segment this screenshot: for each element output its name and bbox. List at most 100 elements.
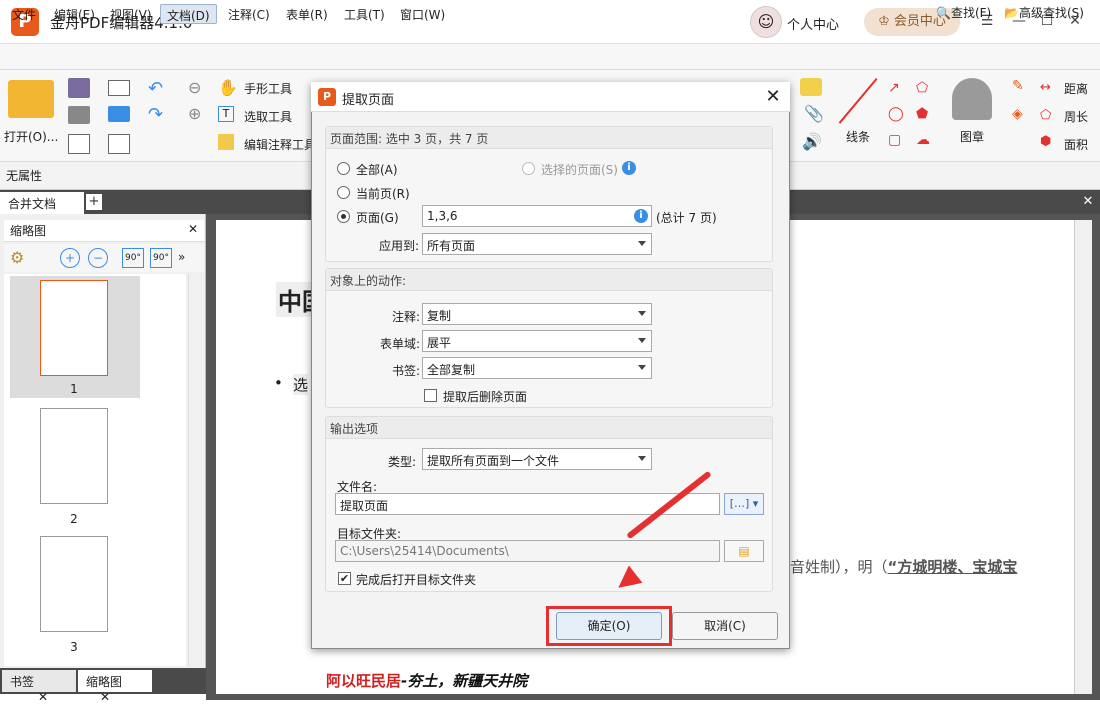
upload-icon[interactable] [108, 106, 130, 122]
polygon-tool-icon[interactable]: ⬟ [916, 106, 928, 122]
undo-icon[interactable]: ↶ [148, 78, 163, 99]
sound-icon[interactable]: 🔊 [802, 132, 822, 151]
hand-icon[interactable]: ✋ [218, 78, 238, 97]
new-tab-icon[interactable]: + [86, 194, 102, 210]
close-document-icon[interactable]: ✕ [1080, 194, 1096, 210]
annotation-value: 复制 [427, 309, 452, 323]
select-text-icon[interactable]: T [218, 106, 234, 122]
new-doc-icon[interactable] [108, 134, 130, 154]
radio-selected-pages-label: 选择的页面(S) [541, 163, 618, 177]
select-tool-button[interactable]: 选取工具 [244, 108, 292, 125]
zoom-in-icon[interactable]: + [60, 248, 80, 268]
open-folder-icon[interactable] [8, 80, 54, 118]
menu-tools[interactable]: 工具(T) [338, 4, 391, 24]
menu-window[interactable]: 窗口(W) [394, 4, 451, 24]
cancel-button[interactable]: 取消(C) [672, 612, 778, 640]
tab-thumbnails[interactable]: 缩略图✕ [78, 670, 152, 704]
radio-pages[interactable] [337, 210, 350, 223]
radio-current-page-label: 当前页(R) [356, 187, 410, 201]
edit-annotation-icon[interactable] [218, 134, 234, 150]
pencil-icon[interactable]: ✎ [1012, 78, 1024, 94]
print-icon[interactable] [68, 106, 90, 124]
rotate-left-icon[interactable]: 90° [122, 248, 144, 268]
back-icon[interactable]: ⊖ [188, 78, 201, 97]
annotation-select[interactable]: 复制 [422, 303, 652, 325]
more-chevron-icon[interactable]: » [178, 250, 185, 264]
open-folder-after-checkbox[interactable]: ✔ [338, 572, 351, 585]
ellipse-tool-icon[interactable]: ◯ [888, 106, 904, 122]
menu-view[interactable]: 视图(V) [104, 4, 158, 24]
rotate-right-icon[interactable]: 90° [150, 248, 172, 268]
user-center-link[interactable]: 个人中心 [787, 14, 839, 33]
dialog-close-icon[interactable]: ✕ [762, 86, 784, 108]
save-icon[interactable] [68, 78, 90, 98]
menu-comment[interactable]: 注释(C) [222, 4, 276, 24]
delete-after-checkbox[interactable] [424, 389, 437, 402]
dialog-app-icon: P [318, 88, 336, 106]
avatar[interactable]: ☺ [750, 6, 782, 38]
thumbnail-page-2[interactable] [40, 408, 108, 504]
line-tool-button[interactable]: 线条 [846, 128, 870, 145]
distance-tool-button[interactable]: 距离 [1064, 80, 1088, 97]
target-folder-input[interactable]: C:\Users\25414\Documents\ [335, 540, 720, 562]
polyline-tool-icon[interactable]: ⬠ [916, 80, 928, 96]
eraser-icon[interactable]: ◈ [1012, 106, 1023, 122]
doc-line-right-bold: “方城明楼、宝城宝 [887, 558, 1018, 576]
distance-icon[interactable]: ↔ [1040, 80, 1051, 95]
menu-file[interactable]: 文件 [6, 4, 42, 24]
document-scrollbar[interactable] [1074, 220, 1092, 694]
radio-current-page[interactable] [337, 186, 350, 199]
thumbnail-scrollbar[interactable] [188, 274, 204, 666]
attach-icon[interactable]: 📎 [804, 104, 824, 123]
tab-merged-document[interactable]: 合并文档✕ [0, 192, 84, 226]
email-icon[interactable] [108, 80, 130, 96]
pages-input[interactable]: 1,3,6 [422, 205, 652, 227]
menu-form[interactable]: 表单(R) [280, 4, 334, 24]
area-tool-button[interactable]: 面积 [1064, 136, 1088, 153]
chevron-down-icon [638, 456, 646, 461]
perimeter-icon[interactable]: ⬠ [1040, 108, 1051, 123]
export-icon[interactable] [68, 134, 90, 154]
panel-close-icon[interactable]: ✕ [188, 222, 198, 236]
advanced-find-button[interactable]: 📂高级查找(S) [1004, 4, 1084, 21]
note-icon[interactable] [800, 78, 822, 96]
perimeter-tool-button[interactable]: 周长 [1064, 108, 1088, 125]
chevron-down-icon [638, 311, 646, 316]
stamp-tool-button[interactable]: 图章 [960, 128, 984, 145]
stamp-icon[interactable] [952, 78, 992, 120]
type-select[interactable]: 提取所有页面到一个文件 [422, 448, 652, 470]
thumbnail-page-1[interactable] [40, 280, 108, 376]
tab-bookmarks[interactable]: 书签✕ [2, 670, 76, 704]
zoom-out-icon[interactable]: − [88, 248, 108, 268]
apply-to-select[interactable]: 所有页面 [422, 233, 652, 255]
cloud-tool-icon[interactable]: ☁ [916, 132, 930, 148]
rectangle-tool-icon[interactable]: ▢ [888, 132, 901, 148]
thumbnail-page-3[interactable] [40, 536, 108, 632]
menu-document[interactable]: 文档(D) [160, 4, 217, 24]
radio-all[interactable] [337, 162, 350, 175]
bookmarks-close-icon[interactable]: ✕ [38, 690, 48, 704]
edit-annotation-tool-button[interactable]: 编辑注释工具 [244, 136, 316, 153]
info-icon[interactable]: i [622, 161, 636, 175]
hand-tool-button[interactable]: 手形工具 [244, 80, 292, 97]
form-field-select[interactable]: 展平 [422, 330, 652, 352]
browse-folder-icon[interactable]: ▤ [724, 540, 764, 562]
bookmark-label: 书签: [392, 364, 421, 378]
forward-icon[interactable]: ⊕ [188, 104, 201, 123]
pages-info-icon[interactable]: i [634, 209, 648, 223]
area-icon[interactable]: ⬢ [1040, 134, 1051, 149]
open-button[interactable]: 打开(O)... [4, 128, 58, 145]
crown-icon: ♔ [878, 14, 894, 29]
bookmark-select[interactable]: 全部复制 [422, 357, 652, 379]
type-label: 类型: [388, 455, 417, 469]
ok-button[interactable]: 确定(O) [556, 612, 662, 640]
gear-icon[interactable]: ⚙ [10, 248, 24, 267]
arrow-tool-icon[interactable]: ↗ [888, 80, 900, 96]
thumbnails-close-icon[interactable]: ✕ [100, 690, 110, 704]
redo-icon[interactable]: ↷ [148, 104, 163, 125]
doc-red-rest: -夯土，新疆天井院 [401, 672, 528, 690]
find-button[interactable]: 🔍查找(F) [936, 4, 991, 21]
delete-after-label: 提取后删除页面 [443, 390, 528, 404]
filename-options-button[interactable]: […] ▾ [724, 493, 764, 515]
menu-edit[interactable]: 编辑(E) [48, 4, 101, 24]
